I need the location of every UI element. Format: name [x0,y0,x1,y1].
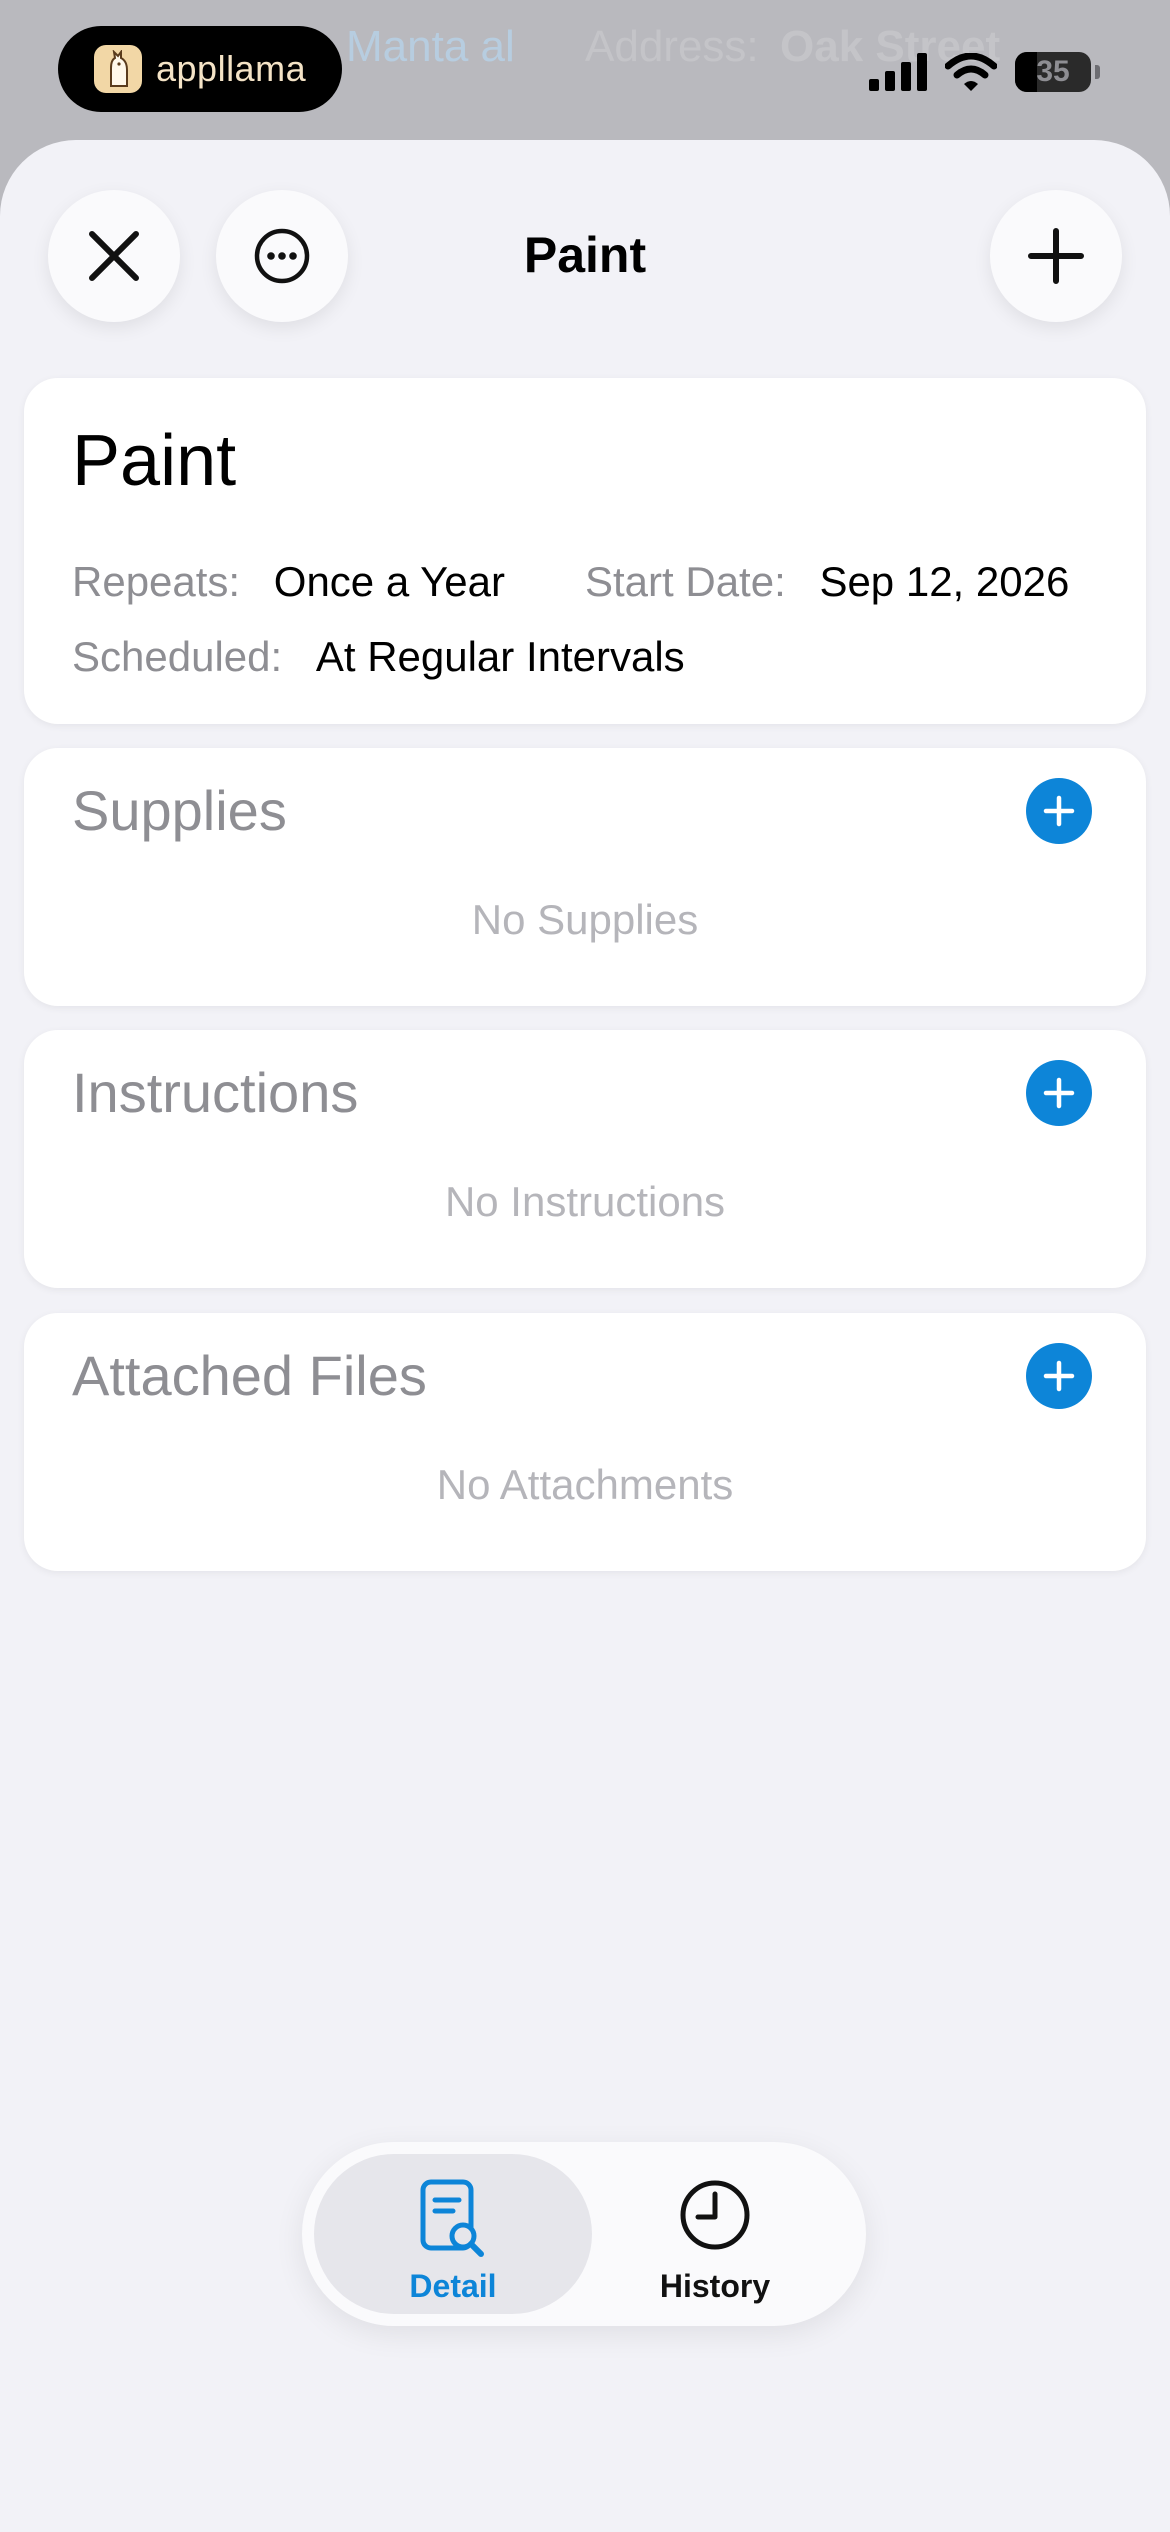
supplies-title: Supplies [72,779,287,842]
app-badge-pill[interactable]: appllama [58,26,342,112]
cellular-signal-icon [869,53,927,91]
plus-icon [1043,1360,1075,1392]
app-badge-label: appllama [156,48,307,89]
wifi-icon [945,53,997,91]
tab-detail-label: Detail [409,2268,497,2304]
status-icons: 35 [869,52,1100,92]
repeats-row: Repeats: Once a Year [72,558,505,606]
add-attachment-button[interactable] [1026,1343,1092,1409]
attached-files-title: Attached Files [72,1344,427,1407]
instructions-title: Instructions [72,1061,359,1124]
scheduled-row: Scheduled: At Regular Intervals [72,633,685,681]
llama-logo-icon [94,45,142,93]
add-supply-button[interactable] [1026,778,1092,844]
tab-detail[interactable]: Detail [314,2154,592,2314]
attached-files-card: Attached Files No Attachments [24,1313,1146,1571]
tab-history-label: History [659,2268,771,2304]
plus-icon [1043,1077,1075,1109]
add-button[interactable] [990,190,1122,322]
task-summary-card: Paint Repeats: Once a Year Start Date: S… [24,378,1146,724]
supplies-card: Supplies No Supplies [24,748,1146,1006]
background-text-1: Manta al [346,22,515,71]
clock-icon [680,2180,750,2250]
battery-tip [1095,65,1100,79]
start-date-label: Start Date: [585,558,786,605]
repeats-value: Once a Year [273,558,505,605]
battery-icon: 35 [1015,52,1091,92]
battery-level: 35 [1036,55,1070,88]
start-date-row: Start Date: Sep 12, 2026 [585,558,1069,606]
instructions-empty-text: No Instructions [444,1178,726,1225]
instructions-card: Instructions No Instructions [24,1030,1146,1288]
supplies-empty-text: No Supplies [471,896,699,943]
background-text-2: Address: [585,22,759,71]
plus-icon [1043,795,1075,827]
start-date-value: Sep 12, 2026 [819,558,1070,605]
scheduled-value: At Regular Intervals [315,633,685,680]
task-title: Paint [72,421,237,501]
plus-icon [1028,228,1084,284]
tab-bar: Detail History [302,2142,866,2326]
attached-files-empty-text: No Attachments [436,1461,734,1508]
tab-history[interactable]: History [576,2154,854,2314]
add-instruction-button[interactable] [1026,1060,1092,1126]
repeats-label: Repeats: [72,558,241,605]
document-search-icon [420,2179,484,2257]
scheduled-label: Scheduled: [72,633,283,680]
status-bar: Manta al Address: Oak Street appllama 35 [0,0,1170,140]
